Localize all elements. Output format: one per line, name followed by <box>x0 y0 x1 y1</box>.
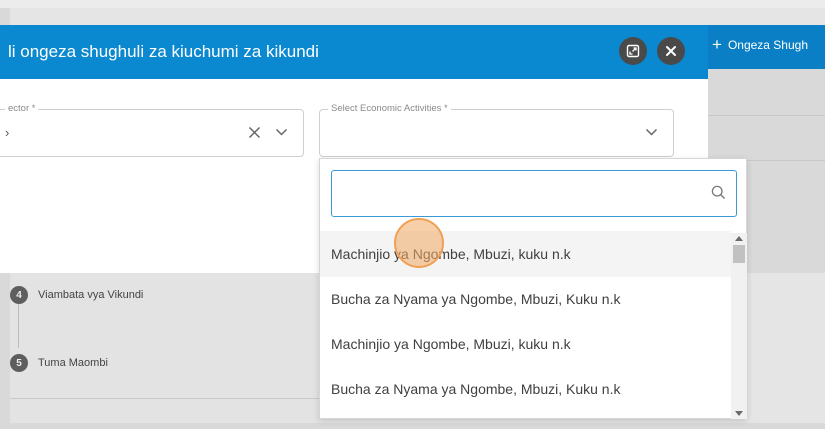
dropdown-search[interactable] <box>331 170 737 217</box>
dropdown-option[interactable]: Machinjio ya Ngombe, Mbuzi, kuku n.k <box>320 321 731 367</box>
step-label: Viambata vya Vikundi <box>38 289 144 301</box>
expand-button[interactable] <box>619 37 647 65</box>
add-activity-label: Ongeza Shugh <box>727 37 808 52</box>
dropdown-scrollbar[interactable] <box>731 233 747 419</box>
modal-header: li ongeza shughuli za kiuchumi za kikund… <box>0 25 708 79</box>
step-number: 4 <box>10 286 28 304</box>
sector-label: ector * <box>5 103 39 114</box>
close-button[interactable] <box>657 37 685 65</box>
modal-title: li ongeza shughuli za kiuchumi za kikund… <box>8 42 319 61</box>
scroll-thumb[interactable] <box>733 245 745 263</box>
step-connector <box>18 304 19 348</box>
economic-activities-select[interactable]: Select Economic Activities * <box>319 103 674 157</box>
step-item[interactable]: 4 Viambata vya Vikundi <box>10 286 143 304</box>
dropdown-option[interactable]: Bucha za Nyama ya Ngombe, Mbuzi, Kuku n.… <box>320 366 731 412</box>
chevron-down-icon[interactable] <box>275 127 288 137</box>
divider <box>708 115 825 116</box>
add-activity-button[interactable]: + Ongeza Shugh <box>712 36 808 53</box>
click-indicator <box>394 218 444 268</box>
divider <box>10 398 320 399</box>
plus-icon: + <box>712 35 722 54</box>
step-label: Tuma Maombi <box>38 357 108 369</box>
scroll-up-icon[interactable] <box>735 236 743 241</box>
expand-icon <box>626 44 640 58</box>
sector-select[interactable]: ector * › <box>0 103 304 157</box>
close-icon <box>666 46 676 56</box>
sector-value: › <box>5 125 10 140</box>
economic-activities-label: Select Economic Activities * <box>328 103 451 114</box>
economic-activities-dropdown: Machinjio ya Ngombe, Mbuzi, kuku n.k Buc… <box>319 158 747 419</box>
clear-icon[interactable] <box>248 126 261 139</box>
step-number: 5 <box>10 354 28 372</box>
search-icon <box>711 185 726 205</box>
step-item[interactable]: 5 Tuma Maombi <box>10 354 108 372</box>
dropdown-option[interactable]: Machinjio ya Ngombe, Mbuzi, kuku n.k <box>320 231 731 277</box>
top-strip <box>0 0 825 8</box>
scroll-down-icon[interactable] <box>735 411 743 416</box>
dropdown-option[interactable]: Bucha za Nyama ya Ngombe, Mbuzi, Kuku n.… <box>320 276 731 322</box>
search-input[interactable] <box>340 183 700 205</box>
chevron-down-icon[interactable] <box>645 127 658 137</box>
